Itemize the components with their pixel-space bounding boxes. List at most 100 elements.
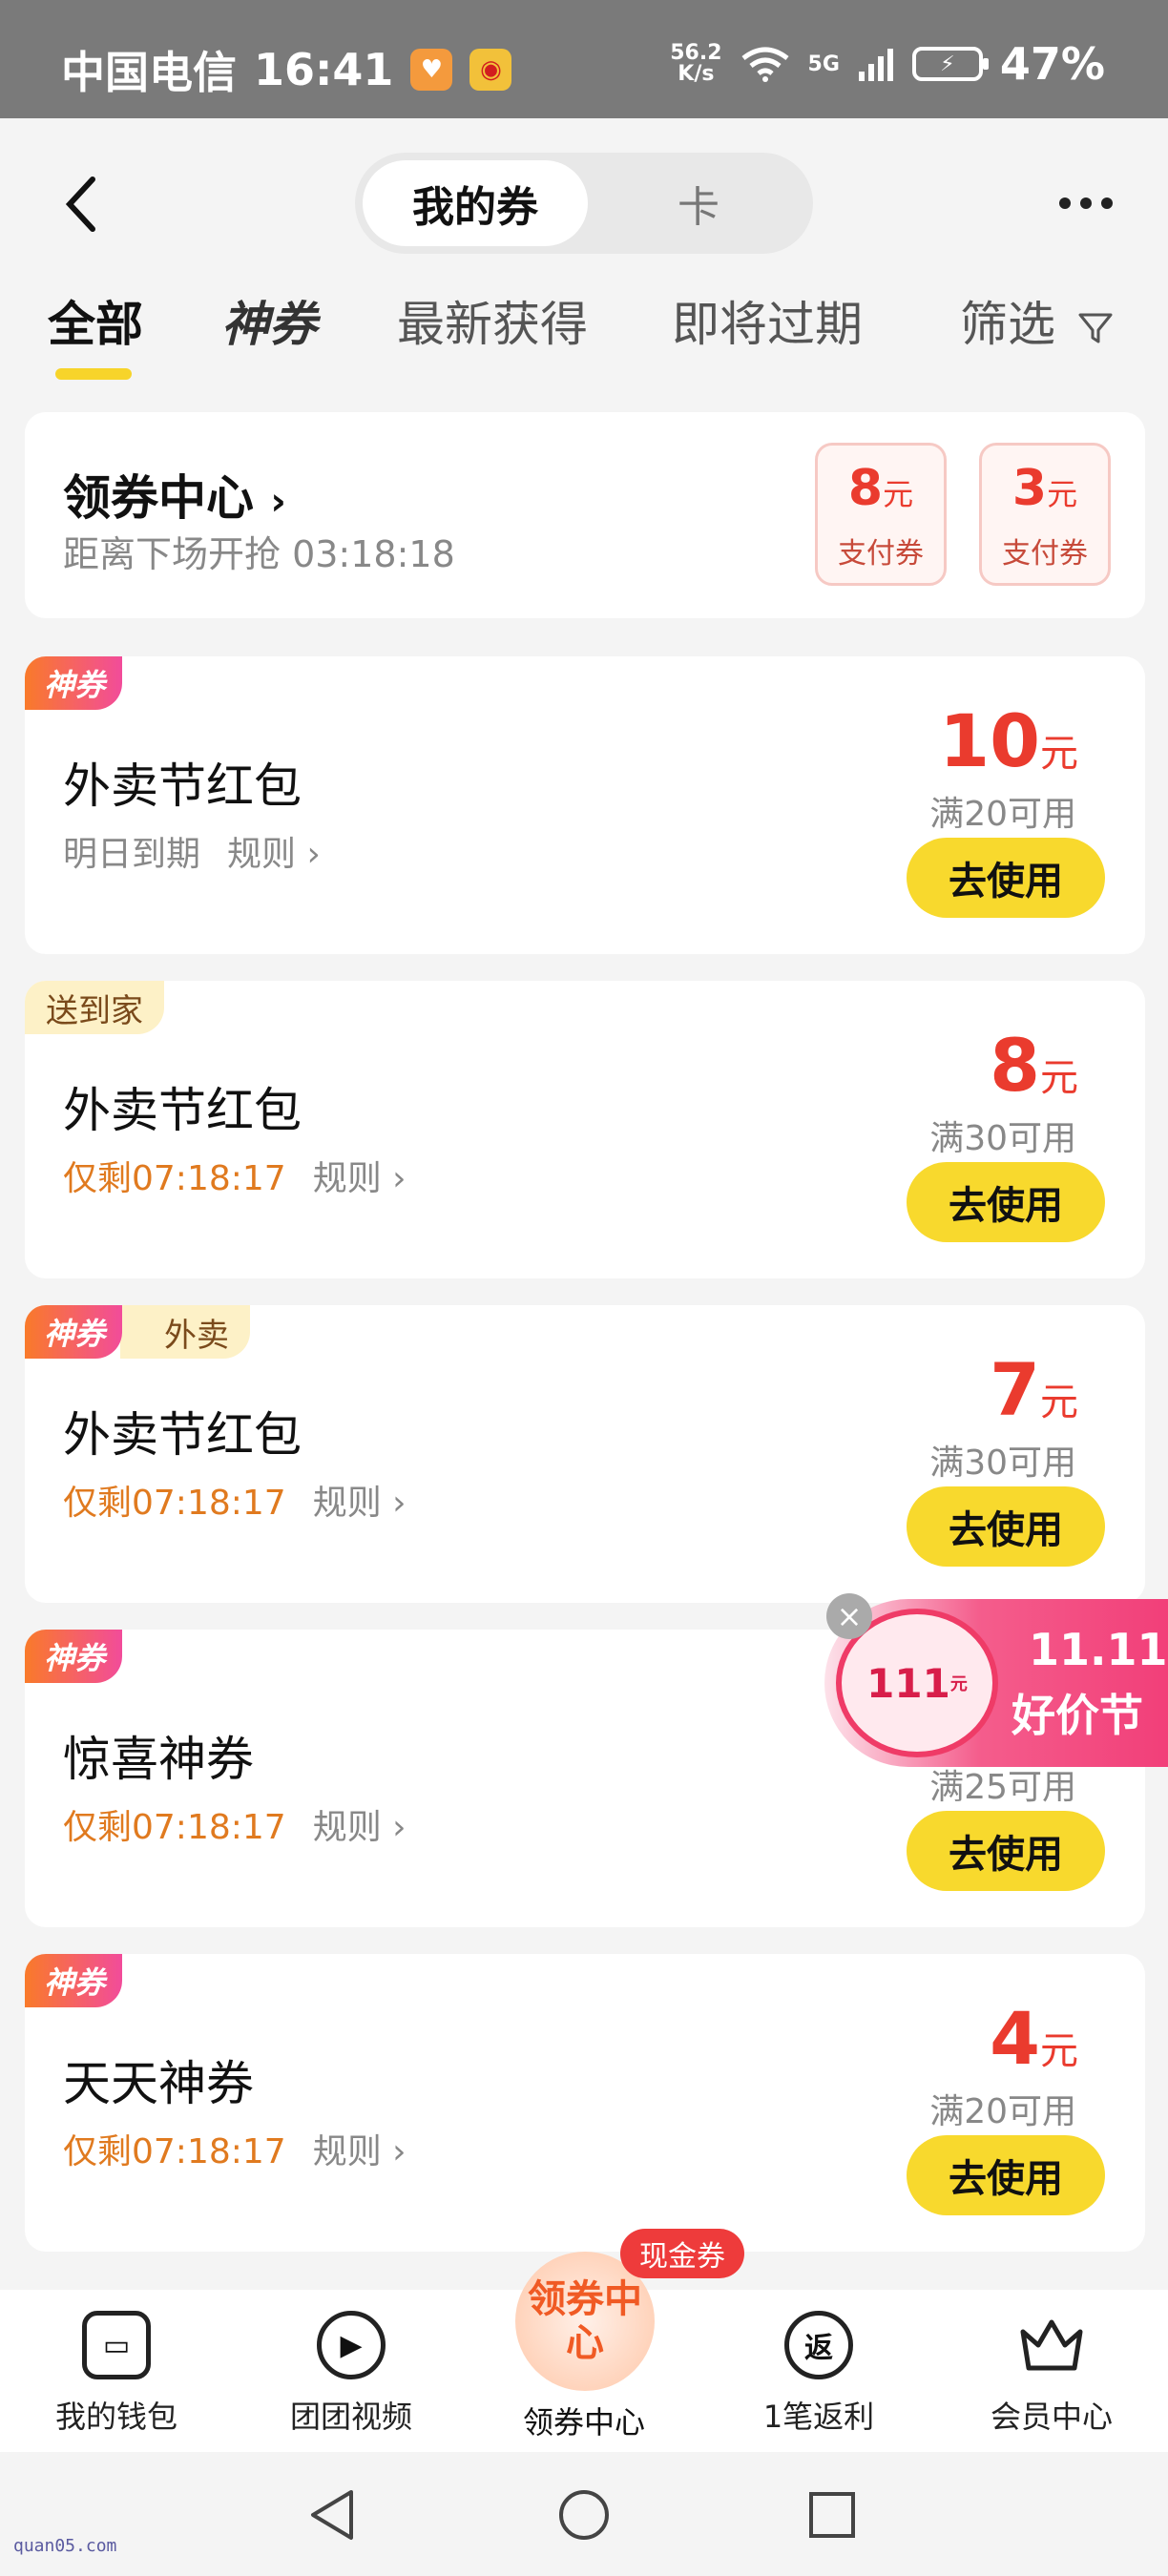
system-back-icon[interactable]	[305, 2486, 359, 2544]
clock: 16:41	[254, 44, 394, 95]
shen-coupon-tag: 神券	[25, 1305, 123, 1359]
system-home-icon[interactable]	[555, 2486, 613, 2544]
segment-my-coupons[interactable]: 我的券	[363, 160, 588, 246]
network-type: 5G	[807, 52, 840, 76]
amount-unit: 元	[1040, 1056, 1078, 1100]
rebate-icon: 返	[784, 2311, 853, 2379]
nav-member[interactable]: 会员中心	[956, 2290, 1147, 2452]
nav-label: 我的钱包	[54, 2399, 177, 2435]
coupon-meta: 仅剩07:18:17 规则 ›	[63, 2124, 407, 2173]
nav-video[interactable]: ▶ 团团视频	[256, 2290, 447, 2452]
wallet-icon: ▭	[82, 2311, 151, 2379]
rule-link[interactable]: 规则 ›	[227, 826, 321, 876]
more-button[interactable]	[1048, 170, 1124, 237]
tab-all[interactable]: 全部	[48, 286, 143, 380]
amount-value: 10	[939, 698, 1040, 783]
tab-filter[interactable]: 筛选	[960, 286, 1115, 355]
status-bar: 中国电信 16:41 ♥ ◉ 56.2 K/s 5G ⚡ 47%	[0, 0, 1168, 118]
coupon-expiry: 仅剩07:18:17	[63, 1484, 286, 1523]
coupon-center-card[interactable]: 领券中心 › 距离下场开抢 03:18:18 8元 支付券 3元 支付券	[25, 412, 1145, 618]
coupon-meta: 仅剩07:18:17 规则 ›	[63, 1799, 407, 1849]
chevron-right-icon: ›	[392, 1159, 407, 1198]
watermark: quan05.com	[13, 2536, 117, 2556]
coupon-center-title: 领券中心 ›	[63, 460, 286, 529]
status-right: 56.2 K/s 5G ⚡ 47%	[670, 38, 1105, 90]
chevron-right-icon: ›	[392, 1484, 407, 1523]
use-button[interactable]: 去使用	[907, 1811, 1105, 1891]
coupon-meta: 仅剩07:18:17 规则 ›	[63, 1475, 407, 1525]
carrier-label: 中国电信	[61, 47, 237, 98]
filter-tabs: 全部 神券 最新获得 即将过期 筛选	[0, 280, 1168, 380]
rule-link[interactable]: 规则 ›	[313, 1475, 407, 1525]
coupon-card: 神券 外卖节红包 明日到期 规则 › 10元 满20可用 去使用	[25, 656, 1145, 954]
coupon-title: 外卖节红包	[63, 1083, 302, 1138]
use-button[interactable]: 去使用	[907, 838, 1105, 918]
chevron-right-icon: ›	[392, 2132, 407, 2171]
network-speed: 56.2 K/s	[670, 43, 721, 85]
use-button[interactable]: 去使用	[907, 1162, 1105, 1242]
coupon-condition: 满20可用	[929, 2092, 1076, 2131]
nav-label: 1笔返利	[762, 2399, 875, 2435]
use-button[interactable]: 去使用	[907, 1486, 1105, 1567]
amount-value: 7	[990, 1347, 1040, 1432]
mini-coupon-label: 支付券	[838, 537, 924, 571]
chevron-right-icon: ›	[392, 1808, 407, 1847]
coupon-title: 惊喜神券	[63, 1732, 254, 1787]
segment-control: 我的券 卡	[355, 153, 813, 254]
coin-unit: 元	[949, 1674, 968, 1694]
shen-coupon-tag: 神券	[25, 1954, 123, 2007]
cash-coupon-badge: 现金券	[620, 2229, 744, 2278]
amount-unit: 元	[1040, 1381, 1078, 1424]
battery-icon: ⚡	[911, 47, 989, 81]
filter-label: 筛选	[960, 297, 1055, 352]
rule-link[interactable]: 规则 ›	[313, 2124, 407, 2173]
coupon-condition: 满30可用	[929, 1119, 1076, 1158]
coupon-card: 送到家 外卖节红包 仅剩07:18:17 规则 › 8元 满30可用 去使用	[25, 981, 1145, 1278]
back-button[interactable]	[48, 166, 115, 242]
countdown-text: 距离下场开抢 03:18:18	[63, 533, 455, 575]
promo-close-icon[interactable]: ×	[826, 1593, 872, 1639]
promo-line1: 11.11	[1029, 1624, 1168, 1675]
mini-coupon-unit: 元	[883, 476, 914, 512]
system-nav-bar	[0, 2452, 1168, 2576]
more-dot-icon	[1101, 197, 1113, 209]
speed-unit: K/s	[678, 62, 715, 86]
amount-value: 8	[990, 1023, 1040, 1108]
amount-unit: 元	[1040, 2029, 1078, 2073]
rule-link[interactable]: 规则 ›	[313, 1799, 407, 1849]
coupon-title: 天天神券	[63, 2056, 254, 2111]
coupon-amount: 4元	[990, 1996, 1078, 2081]
mini-coupon[interactable]: 3元 支付券	[979, 443, 1111, 586]
coupon-amount: 10元	[939, 698, 1078, 783]
signal-icon	[858, 49, 893, 81]
mini-coupon-label: 支付券	[1002, 537, 1088, 571]
shen-coupon-tag: 神券	[25, 1630, 123, 1683]
tab-expiring[interactable]: 即将过期	[672, 286, 863, 355]
speed-value: 56.2	[670, 41, 722, 65]
wifi-icon	[740, 47, 789, 82]
tab-shen-coupon[interactable]: 神券	[221, 286, 317, 355]
rule-link[interactable]: 规则 ›	[313, 1151, 407, 1200]
header: 我的券 卡 全部 神券 最新获得 即将过期 筛选	[0, 118, 1168, 401]
coupon-center-title-text: 领券中心	[63, 470, 254, 526]
rule-label: 规则	[312, 1808, 382, 1847]
use-button[interactable]: 去使用	[907, 2135, 1105, 2215]
coupon-card: 神券 天天神券 仅剩07:18:17 规则 › 4元 满20可用 去使用	[25, 1954, 1145, 2252]
takeout-tag: 外卖	[120, 1305, 250, 1359]
coin-text: 111	[866, 1659, 950, 1707]
mini-coupon[interactable]: 8元 支付券	[815, 443, 947, 586]
segment-cards[interactable]: 卡	[603, 160, 794, 246]
double-eleven-promo-float[interactable]: 111 元 11.11 好价节 ×	[824, 1593, 1168, 1767]
coupon-meta: 仅剩07:18:17 规则 ›	[63, 1151, 407, 1200]
nav-wallet[interactable]: ▭ 我的钱包	[21, 2290, 212, 2452]
nav-label: 会员中心	[990, 2399, 1113, 2435]
tab-newest[interactable]: 最新获得	[397, 286, 588, 355]
nav-rebate[interactable]: 返 1笔返利	[723, 2290, 914, 2452]
coupon-expiry: 仅剩07:18:17	[63, 1159, 286, 1198]
coupon-expiry: 明日到期	[63, 835, 201, 874]
nav-label: 团团视频	[289, 2399, 412, 2435]
coupon-title: 外卖节红包	[63, 1407, 302, 1463]
battery-level: 47%	[999, 38, 1105, 90]
shen-coupon-tag: 神券	[25, 656, 123, 710]
system-recents-icon[interactable]	[807, 2490, 857, 2540]
